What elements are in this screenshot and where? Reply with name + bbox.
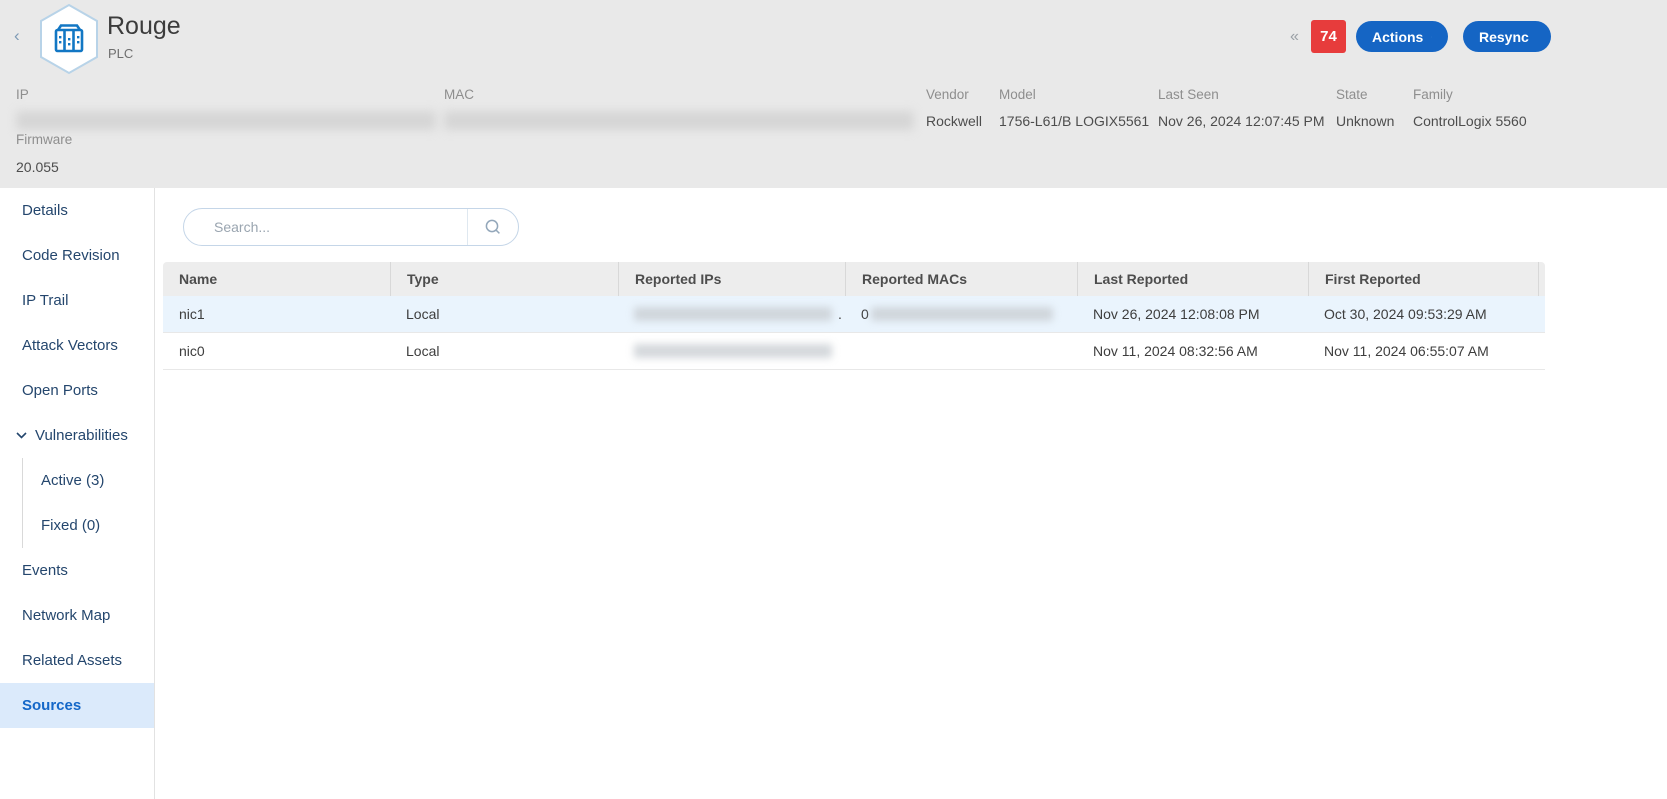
chevron-down-icon: [1431, 34, 1432, 40]
search-box: [183, 208, 519, 246]
search-input[interactable]: [184, 209, 467, 245]
cell-first-reported: Oct 30, 2024 09:53:29 AM: [1308, 296, 1538, 332]
search-icon: [484, 218, 502, 236]
ip-suffix: .: [838, 306, 842, 322]
mac-prefix: 0: [861, 306, 869, 322]
model-value: 1756-L61/B LOGIX5561: [999, 113, 1149, 129]
cell-first-reported: Nov 11, 2024 06:55:07 AM: [1308, 333, 1538, 369]
sidebar-item-active-vulnerabilities[interactable]: Active (3): [23, 458, 154, 503]
family-label: Family: [1413, 87, 1453, 102]
last-seen-value: Nov 26, 2024 12:07:45 PM: [1158, 113, 1325, 129]
back-chevron-icon[interactable]: ‹: [14, 26, 20, 46]
last-seen-label: Last Seen: [1158, 87, 1219, 102]
ip-label: IP: [16, 87, 29, 102]
column-header-filler: [1538, 262, 1545, 296]
sidebar-item-fixed-vulnerabilities[interactable]: Fixed (0): [23, 503, 154, 548]
table-row[interactable]: nic0 Local Nov 11, 2024 08:32:56 AM Nov …: [163, 333, 1545, 370]
sidebar-item-related-assets[interactable]: Related Assets: [0, 638, 154, 683]
model-label: Model: [999, 87, 1036, 102]
cell-reported-macs: [845, 333, 1077, 369]
sidebar-item-vulnerabilities[interactable]: Vulnerabilities: [0, 413, 154, 458]
page-title: Rouge: [107, 12, 181, 41]
sidebar-item-label: Open Ports: [22, 382, 98, 399]
sidebar-item-open-ports[interactable]: Open Ports: [0, 368, 154, 413]
table-row[interactable]: nic1 Local . 0 Nov 26, 2024 12:08:08 PM …: [163, 296, 1545, 333]
column-header-reported-ips[interactable]: Reported IPs: [618, 262, 845, 296]
vendor-label: Vendor: [926, 87, 969, 102]
sidebar-item-label: Events: [22, 562, 68, 579]
redacted-ip-value: [634, 307, 832, 321]
mac-value-redacted: [444, 111, 914, 130]
cell-filler: [1538, 333, 1545, 369]
resync-button[interactable]: Resync: [1463, 21, 1551, 52]
table-header-row: Name Type Reported IPs Reported MACs Las…: [163, 262, 1545, 296]
sidebar-item-sources[interactable]: Sources: [0, 683, 154, 728]
mac-label: MAC: [444, 87, 474, 102]
alert-count-badge[interactable]: 74: [1311, 20, 1346, 53]
search-icon-button[interactable]: [467, 209, 518, 245]
sidebar-item-label: Attack Vectors: [22, 337, 118, 354]
sidebar-item-label: Related Assets: [22, 652, 122, 669]
cell-name: nic0: [163, 333, 390, 369]
sidebar-item-label: Network Map: [22, 607, 110, 624]
ip-value-redacted: [16, 111, 436, 130]
asset-type-label: PLC: [108, 46, 133, 61]
cell-type: Local: [390, 333, 618, 369]
cell-reported-ips: .: [618, 296, 845, 332]
firmware-value: 20.055: [16, 159, 59, 175]
column-header-last-reported[interactable]: Last Reported: [1077, 262, 1308, 296]
column-header-type[interactable]: Type: [390, 262, 618, 296]
vulnerabilities-subitems: Active (3) Fixed (0): [22, 458, 154, 548]
asset-header: ‹ Rouge PLC « 74 Actions Resync IP: [0, 0, 1667, 188]
column-header-first-reported[interactable]: First Reported: [1308, 262, 1538, 296]
cell-reported-macs: 0: [845, 296, 1077, 332]
column-header-name[interactable]: Name: [163, 262, 390, 296]
cell-name: nic1: [163, 296, 390, 332]
family-value: ControlLogix 5560: [1413, 113, 1527, 129]
sidebar-item-label: Fixed (0): [41, 517, 100, 534]
sidebar-item-network-map[interactable]: Network Map: [0, 593, 154, 638]
redacted-mac-value: [871, 307, 1053, 321]
collapse-panel-icon[interactable]: «: [1290, 28, 1297, 46]
sources-table: Name Type Reported IPs Reported MACs Las…: [163, 262, 1545, 370]
sidebar-item-label: IP Trail: [22, 292, 68, 309]
sidebar-item-ip-trail[interactable]: IP Trail: [0, 278, 154, 323]
sidebar-item-label: Sources: [22, 697, 81, 714]
sidebar-item-label: Code Revision: [22, 247, 120, 264]
actions-button-label: Actions: [1372, 29, 1423, 45]
vendor-value: Rockwell: [926, 113, 982, 129]
sidebar-item-attack-vectors[interactable]: Attack Vectors: [0, 323, 154, 368]
sidebar-item-label: Active (3): [41, 472, 104, 489]
sidebar-item-events[interactable]: Events: [0, 548, 154, 593]
sidebar-item-code-revision[interactable]: Code Revision: [0, 233, 154, 278]
chevron-down-icon: [16, 432, 27, 439]
cell-last-reported: Nov 11, 2024 08:32:56 AM: [1077, 333, 1308, 369]
cell-last-reported: Nov 26, 2024 12:08:08 PM: [1077, 296, 1308, 332]
state-label: State: [1336, 87, 1368, 102]
asset-type-icon: [36, 3, 102, 75]
sources-panel: Name Type Reported IPs Reported MACs Las…: [155, 188, 1667, 799]
state-value: Unknown: [1336, 113, 1394, 129]
sidebar-item-label: Vulnerabilities: [35, 427, 128, 444]
resync-button-label: Resync: [1479, 29, 1529, 45]
cell-filler: [1538, 296, 1545, 332]
asset-sidebar-nav: Details Code Revision IP Trail Attack Ve…: [0, 188, 155, 799]
firmware-label: Firmware: [16, 132, 72, 147]
cell-type: Local: [390, 296, 618, 332]
redacted-ip-value: [634, 344, 832, 358]
actions-button[interactable]: Actions: [1356, 21, 1448, 52]
column-header-reported-macs[interactable]: Reported MACs: [845, 262, 1077, 296]
sidebar-item-label: Details: [22, 202, 68, 219]
sidebar-item-details[interactable]: Details: [0, 188, 154, 233]
cell-reported-ips: [618, 333, 845, 369]
